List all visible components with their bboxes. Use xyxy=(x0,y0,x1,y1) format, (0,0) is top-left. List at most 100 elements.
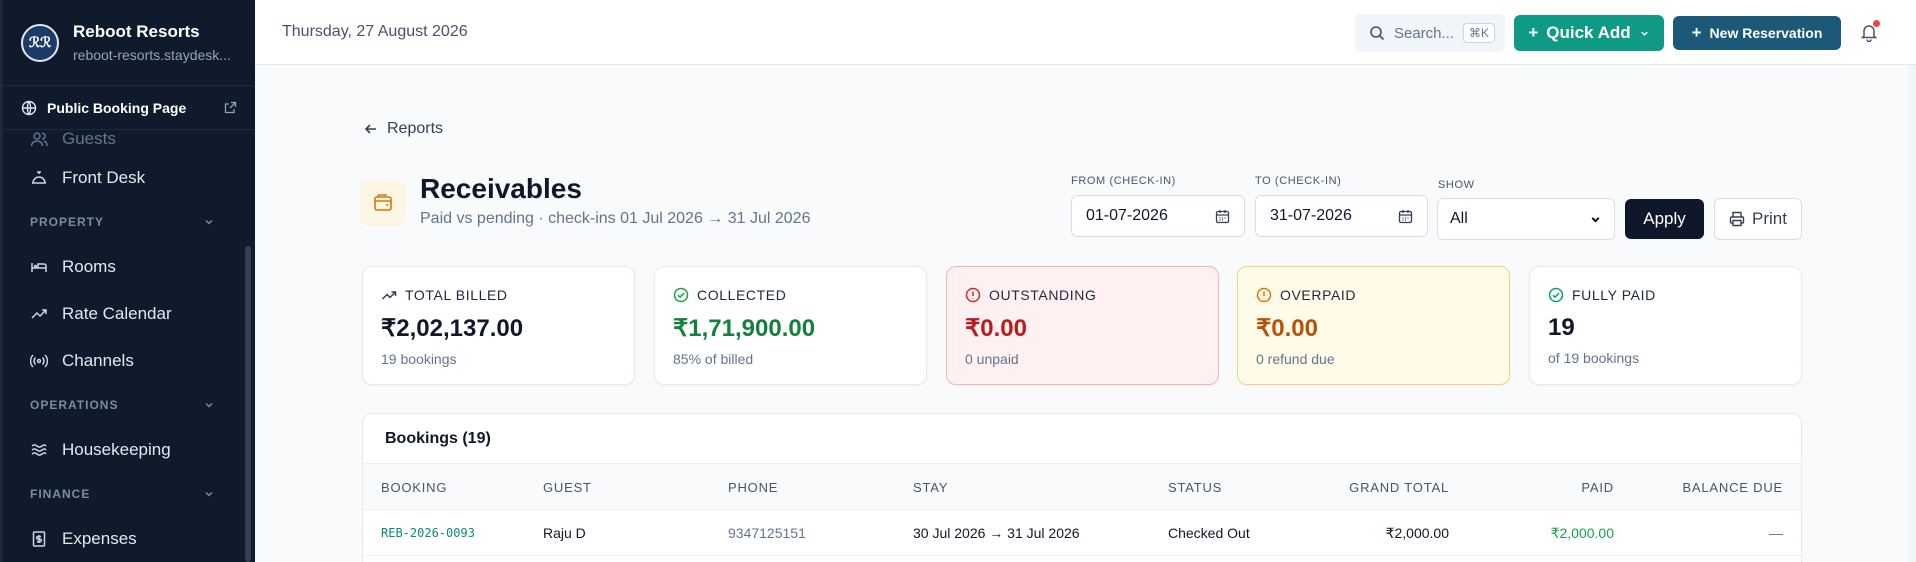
globe-icon xyxy=(21,100,37,115)
column-header[interactable]: BOOKING xyxy=(381,480,447,495)
kpi-note: 0 unpaid xyxy=(965,351,1019,367)
balance-due: — xyxy=(1769,525,1783,541)
guest-name: Raju D xyxy=(543,525,586,541)
alert-circle-icon xyxy=(965,287,981,303)
to-date-input[interactable]: 31-07-2026 xyxy=(1255,195,1428,237)
sidebar-item-guests[interactable]: Guests xyxy=(3,130,255,154)
external-link-icon xyxy=(224,101,237,114)
wallet-icon xyxy=(374,194,392,211)
table-row[interactable]: REB-2026-0093 Raju D 9347125151 30 Jul 2… xyxy=(363,510,1801,556)
page-scrollbar[interactable] xyxy=(1908,65,1916,562)
print-button[interactable]: Print xyxy=(1714,198,1802,240)
section-property[interactable]: PROPERTY xyxy=(3,201,255,243)
back-to-reports-link[interactable]: Reports xyxy=(363,120,443,138)
kpi-outstanding: OUTSTANDING ₹0.00 0 unpaid xyxy=(946,266,1219,385)
new-reservation-button[interactable]: + New Reservation xyxy=(1673,16,1841,50)
brand[interactable]: ℛℛ Reboot Resorts reboot-resorts.staydes… xyxy=(3,0,255,86)
users-icon xyxy=(30,132,48,147)
chevron-down-icon xyxy=(205,402,213,408)
kpi-value: ₹2,02,137.00 xyxy=(381,315,524,342)
search-shortcut: ⌘K xyxy=(1462,23,1495,43)
sidebar-item-label: Rate Calendar xyxy=(62,303,172,323)
show-select-value: All xyxy=(1450,210,1468,227)
kpi-label: OUTSTANDING xyxy=(989,287,1097,303)
section-operations[interactable]: OPERATIONS xyxy=(3,384,255,426)
arrow-left-icon xyxy=(364,124,376,134)
notification-dot xyxy=(1873,20,1880,27)
from-date-input[interactable]: 01-07-2026 xyxy=(1071,195,1245,237)
wallet-icon-badge xyxy=(360,180,406,226)
section-label: FINANCE xyxy=(30,487,91,501)
calendar-icon[interactable] xyxy=(1398,209,1413,224)
waves-icon xyxy=(31,443,47,456)
sidebar-item-rate-calendar[interactable]: Rate Calendar xyxy=(3,290,255,337)
back-label: Reports xyxy=(387,120,444,137)
table-header: BOOKING GUEST PHONE STAY STATUS GRAND TO… xyxy=(363,464,1801,510)
new-reservation-label: New Reservation xyxy=(1709,25,1823,41)
printer-icon xyxy=(1729,211,1745,227)
show-select[interactable]: All xyxy=(1437,198,1615,240)
kpi-note: 0 refund due xyxy=(1256,351,1335,367)
bookings-table: Bookings (19) BOOKING GUEST PHONE STAY S… xyxy=(362,413,1802,562)
calendar-icon[interactable] xyxy=(1215,209,1230,224)
booking-id-link[interactable]: REB-2026-0093 xyxy=(381,526,475,540)
kpi-label: TOTAL BILLED xyxy=(405,287,508,303)
column-header[interactable]: STATUS xyxy=(1168,480,1222,495)
quick-add-button[interactable]: + Quick Add xyxy=(1514,15,1664,51)
from-label: FROM (CHECK-IN) xyxy=(1071,175,1176,187)
chevron-down-icon xyxy=(1640,31,1648,36)
show-label: SHOW xyxy=(1438,179,1475,191)
topbar: Thursday, 27 August 2026 Search... ⌘K + … xyxy=(255,0,1916,65)
kpi-value: ₹0.00 xyxy=(1256,315,1318,342)
receipt-icon xyxy=(32,530,46,547)
sidebar-item-label: Channels xyxy=(62,350,134,370)
sidebar-item-expenses[interactable]: Expenses xyxy=(3,515,255,562)
kpi-label: FULLY PAID xyxy=(1572,287,1656,303)
apply-button[interactable]: Apply xyxy=(1625,199,1704,239)
kpi-total-billed: TOTAL BILLED ₹2,02,137.00 19 bookings xyxy=(362,266,635,385)
page-subtitle: Paid vs pending · check-ins 01 Jul 2026 … xyxy=(420,210,811,227)
column-header[interactable]: GRAND TOTAL xyxy=(1349,480,1449,495)
bed-icon xyxy=(31,262,47,272)
sidebar-item-housekeeping[interactable]: Housekeeping xyxy=(3,426,255,473)
brand-name: Reboot Resorts xyxy=(73,22,200,41)
section-label: PROPERTY xyxy=(30,215,105,229)
chevron-down-icon xyxy=(1591,216,1600,223)
column-header[interactable]: GUEST xyxy=(543,480,592,495)
logo: ℛℛ xyxy=(21,23,59,62)
paid-amount: ₹2,000.00 xyxy=(1550,525,1614,541)
sidebar-item-label: Rooms xyxy=(62,256,116,276)
kpi-note: of 19 bookings xyxy=(1548,350,1640,366)
column-header[interactable]: PAID xyxy=(1581,480,1614,495)
check-circle-icon xyxy=(673,287,689,303)
sidebar-item-label: Guests xyxy=(62,130,116,148)
broadcast-icon xyxy=(30,353,48,368)
kpi-label: COLLECTED xyxy=(697,287,787,303)
print-label: Print xyxy=(1752,209,1787,228)
stay-dates: 30 Jul 2026 → 31 Jul 2026 xyxy=(913,525,1080,541)
column-header[interactable]: STAY xyxy=(913,480,948,495)
table-title: Bookings (19) xyxy=(363,414,1801,464)
sidebar-item-rooms[interactable]: Rooms xyxy=(3,243,255,290)
kpi-label: OVERPAID xyxy=(1280,287,1357,303)
sidebar-item-label: Front Desk xyxy=(62,167,146,187)
sidebar-scrollbar[interactable] xyxy=(245,246,251,562)
plus-icon: + xyxy=(1691,23,1702,42)
guest-phone: 9347125151 xyxy=(728,525,806,541)
sidebar-item-channels[interactable]: Channels xyxy=(3,337,255,384)
sidebar-item-front-desk[interactable]: Front Desk xyxy=(3,154,255,201)
column-header[interactable]: BALANCE DUE xyxy=(1682,480,1783,495)
chevron-down-icon xyxy=(205,219,213,225)
section-finance[interactable]: FINANCE xyxy=(3,473,255,515)
kpi-fully-paid: FULLY PAID 19 of 19 bookings xyxy=(1529,266,1802,385)
chevron-down-icon xyxy=(205,491,213,497)
check-circle-icon xyxy=(1548,287,1564,303)
trending-up-icon xyxy=(31,308,47,319)
current-date: Thursday, 27 August 2026 xyxy=(282,23,468,40)
to-date-value: 31-07-2026 xyxy=(1270,207,1352,224)
column-header[interactable]: PHONE xyxy=(728,480,778,495)
search-box[interactable]: Search... ⌘K xyxy=(1355,14,1505,52)
to-label: TO (CHECK-IN) xyxy=(1255,175,1342,187)
bell-service-icon xyxy=(32,170,46,184)
public-booking-page-link[interactable]: Public Booking Page xyxy=(3,86,255,130)
